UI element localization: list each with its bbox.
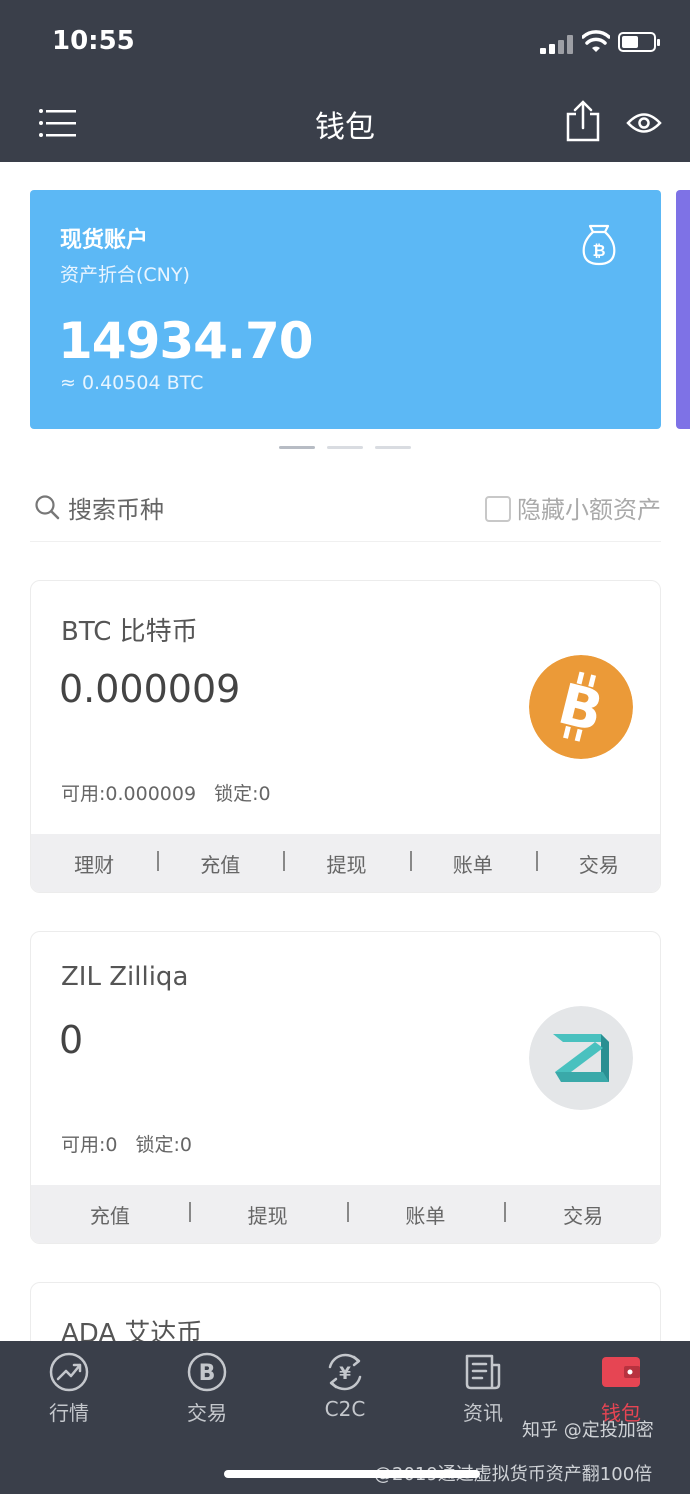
coin-action-bar: 充值 提现 账单 交易 — [31, 1185, 660, 1243]
money-bag-icon: ₿ — [582, 224, 616, 266]
coin-name: ZIL Zilliqa — [61, 962, 189, 992]
carousel-indicator — [0, 446, 690, 452]
carousel-dot[interactable] — [375, 446, 411, 449]
bitcoin-circle-icon: B — [187, 1352, 227, 1392]
hide-small-assets-toggle[interactable]: 隐藏小额资产 — [485, 490, 661, 525]
carousel-dot[interactable] — [327, 446, 363, 449]
action-withdraw-button[interactable]: 提现 — [283, 849, 409, 878]
coin-action-bar: 理财 充值 提现 账单 交易 — [31, 834, 660, 892]
wifi-icon — [582, 30, 610, 52]
tab-label: C2C — [324, 1397, 366, 1421]
svg-text:₿: ₿ — [592, 241, 605, 260]
svg-text:B: B — [199, 1361, 216, 1386]
btc-equivalent: ≈ 0.40504 BTC — [60, 372, 204, 394]
wallet-icon — [602, 1357, 640, 1387]
action-deposit-button[interactable]: 充值 — [157, 849, 283, 878]
search-coin-input[interactable]: 搜索币种 — [68, 490, 164, 525]
coin-card-btc[interactable]: BTC 比特币 0.000009 可用:0.000009 锁定:0 B 理财 充值… — [30, 580, 661, 893]
next-account-card[interactable] — [676, 190, 690, 429]
action-wealth-button[interactable]: 理财 — [31, 849, 157, 878]
search-icon[interactable] — [34, 494, 60, 520]
hide-small-label: 隐藏小额资产 — [517, 496, 661, 524]
tab-label: 交易 — [187, 1401, 227, 1425]
status-bar: 10:55 — [0, 0, 690, 88]
coin-detail: 可用:0.000009 锁定:0 — [61, 779, 271, 806]
available-amount: 可用:0.000009 — [61, 783, 197, 805]
locked-amount: 锁定:0 — [135, 1134, 193, 1156]
coin-card-zil[interactable]: ZIL Zilliqa 0 可用:0 锁定:0 充值 提现 账单 交易 — [30, 931, 661, 1244]
carousel-dot[interactable] — [279, 446, 315, 449]
zilliqa-icon — [529, 1006, 633, 1110]
battery-icon — [618, 32, 660, 52]
tab-c2c[interactable]: ¥ C2C — [290, 1351, 400, 1421]
tab-trade[interactable]: B 交易 — [152, 1351, 262, 1426]
trend-icon — [49, 1352, 89, 1392]
action-trade-button[interactable]: 交易 — [535, 849, 660, 878]
coin-balance: 0 — [59, 1018, 84, 1062]
tab-label: 行情 — [49, 1401, 89, 1425]
spot-account-card[interactable]: 现货账户 资产折合(CNY) 14934.70 ≈ 0.40504 BTC ₿ — [30, 190, 661, 429]
locked-amount: 锁定:0 — [214, 783, 271, 805]
action-withdraw-button[interactable]: 提现 — [188, 1200, 347, 1229]
eye-icon[interactable] — [626, 110, 662, 136]
hide-small-checkbox[interactable] — [485, 496, 511, 522]
search-row: 搜索币种 隐藏小额资产 — [30, 472, 661, 542]
action-bill-button[interactable]: 账单 — [409, 849, 536, 878]
svg-text:¥: ¥ — [339, 1364, 351, 1384]
coin-name: BTC 比特币 — [61, 617, 198, 647]
account-subtitle: 资产折合(CNY) — [60, 264, 190, 286]
signal-icon — [540, 34, 574, 54]
bitcoin-icon: B — [529, 655, 633, 759]
action-trade-button[interactable]: 交易 — [504, 1200, 660, 1229]
watermark-text: 知乎 @定投加密 — [522, 1420, 654, 1441]
action-bill-button[interactable]: 账单 — [346, 1200, 505, 1229]
coin-balance: 0.000009 — [59, 667, 241, 711]
share-icon[interactable] — [564, 100, 602, 142]
available-amount: 可用:0 — [61, 1134, 118, 1156]
status-time: 10:55 — [52, 26, 135, 56]
action-deposit-button[interactable]: 充值 — [31, 1200, 189, 1229]
tab-market[interactable]: 行情 — [14, 1351, 124, 1426]
news-icon — [465, 1354, 501, 1390]
nav-bar: 钱包 — [0, 88, 690, 162]
total-assets-value: 14934.70 — [58, 312, 314, 370]
tab-wallet[interactable]: 钱包 — [566, 1351, 676, 1426]
account-title: 现货账户 — [60, 228, 149, 253]
yen-exchange-icon: ¥ — [328, 1353, 362, 1391]
home-indicator[interactable] — [224, 1470, 480, 1478]
coin-detail: 可用:0 锁定:0 — [61, 1130, 192, 1157]
tab-news[interactable]: 资讯 — [428, 1351, 538, 1426]
